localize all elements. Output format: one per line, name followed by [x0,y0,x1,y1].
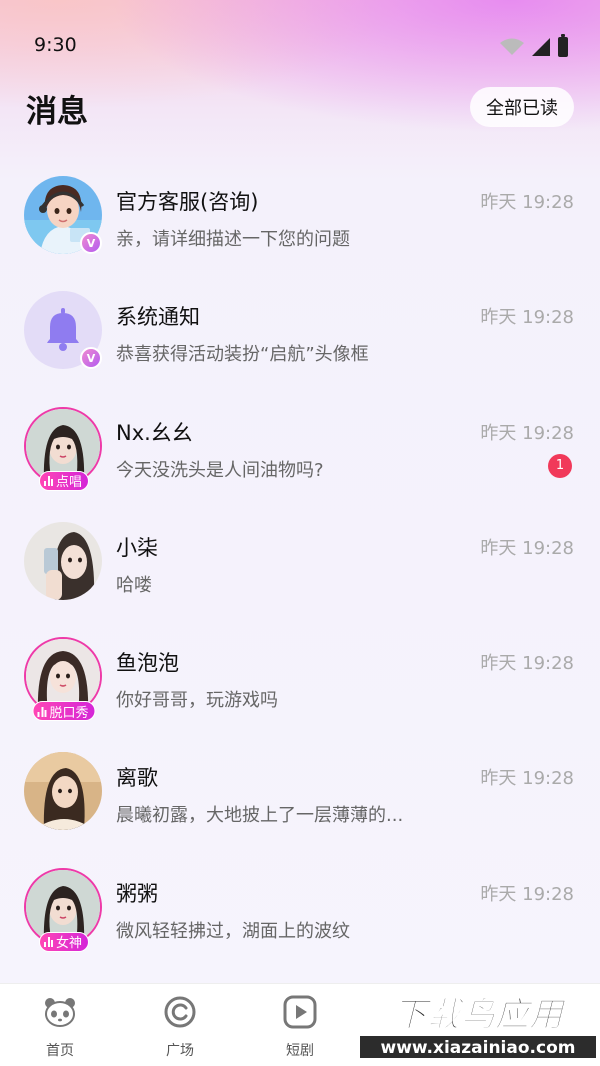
tab-plaza-label: 广场 [166,1043,194,1059]
conversation-item[interactable]: 小柒 哈喽 昨天 19:28 [0,516,600,631]
play-icon [283,995,317,1029]
contact-name: 小柒 [116,535,158,560]
svg-text:下载鸟应用: 下载鸟应用 [393,995,567,1035]
audio-bars-icon [37,706,47,717]
message-preview: 晨曦初露，大地披上了一层薄薄的... [116,805,404,827]
live-tag-label: 女神 [55,936,83,952]
contact-name: Nx.幺幺 [116,420,193,445]
unread-count-badge: 1 [548,453,572,478]
live-tag: 脱口秀 [32,701,96,722]
conversation-item[interactable]: V 官方客服(咨询) 亲，请详细描述一下您的问题 昨天 19:28 [0,170,600,285]
avatar[interactable]: 女神 [24,867,104,952]
status-icons [500,34,568,57]
avatar[interactable]: V [24,176,104,256]
mark-all-read-button[interactable]: 全部已读 [470,87,574,127]
verified-badge: V [80,232,102,254]
avatar[interactable] [24,752,104,832]
tab-home[interactable]: 首页 [10,994,110,1060]
message-time: 昨天 19:28 [480,422,574,444]
audio-bars-icon [43,936,53,948]
message-time: 昨天 19:28 [480,653,574,675]
conversation-item[interactable]: 点唱 Nx.幺幺 今天没洗头是人间油物吗? 昨天 19:28 1 [0,401,600,516]
panda-icon [45,998,75,1027]
status-time: 9:30 [34,34,77,56]
live-tag: 点唱 [38,470,90,491]
signal-icon [532,38,550,56]
message-preview: 今天没洗头是人间油物吗? [116,459,324,481]
message-time: 昨天 19:28 [480,307,574,329]
live-tag: 女神 [38,931,90,952]
message-time: 昨天 19:28 [480,768,574,790]
conversation-item[interactable]: 女神 粥粥 微风轻轻拂过，湖面上的波纹 昨天 19:28 [0,862,600,977]
avatar-image [24,521,102,600]
wifi-icon [500,38,524,55]
live-tag-label: 脱口秀 [49,705,89,721]
battery-icon [558,34,568,57]
tab-short-drama-label: 短剧 [286,1043,314,1059]
svg-text:www.xiazainiao.com: www.xiazainiao.com [381,1038,576,1058]
user-photo [24,752,102,831]
live-tag-label: 点唱 [55,475,83,491]
avatar-image [24,752,102,831]
watermark-logo: 下载鸟应用 www.xiazainiao.com [358,986,598,1062]
avatar[interactable] [24,521,104,602]
message-time: 昨天 19:28 [480,883,574,905]
contact-name: 官方客服(咨询) [116,190,259,214]
status-bar: 9:30 [0,0,600,90]
message-preview: 你好哥哥，玩游戏吗 [116,690,278,712]
message-preview: 微风轻轻拂过，湖面上的波纹 [116,920,350,942]
contact-name: 粥粥 [116,881,158,906]
message-time: 昨天 19:28 [480,192,574,213]
tab-short-drama[interactable]: 短剧 [250,994,350,1060]
avatar[interactable]: 脱口秀 [24,637,104,722]
avatar[interactable]: 点唱 [24,406,104,491]
user-photo [24,521,102,600]
message-preview: 恭喜获得活动装扮“启航”头像框 [116,344,369,366]
page-title: 消息 [26,94,88,130]
message-time: 昨天 19:28 [480,537,574,559]
message-preview: 亲，请详细描述一下您的问题 [116,229,350,250]
contact-name: 系统通知 [116,305,200,330]
contact-name: 离歌 [116,766,158,791]
audio-bars-icon [43,475,53,487]
message-preview: 哈喽 [116,574,152,596]
avatar[interactable]: V [24,291,104,371]
plaza-icon [164,996,196,1028]
conversation-item[interactable]: 离歌 晨曦初露，大地披上了一层薄薄的... 昨天 19:28 [0,746,600,861]
verified-badge: V [80,347,102,370]
conversation-list: V 官方客服(咨询) 亲，请详细描述一下您的问题 昨天 19:28 V 系统通知… [0,170,600,977]
conversation-item[interactable]: V 系统通知 恭喜获得活动装扮“启航”头像框 昨天 19:28 [0,285,600,400]
tab-plaza[interactable]: 广场 [130,994,230,1060]
tab-home-label: 首页 [46,1043,74,1059]
conversation-item[interactable]: 脱口秀 鱼泡泡 你好哥哥，玩游戏吗 昨天 19:28 [0,631,600,746]
contact-name: 鱼泡泡 [116,651,179,676]
header: 消息 全部已读 [0,80,600,140]
